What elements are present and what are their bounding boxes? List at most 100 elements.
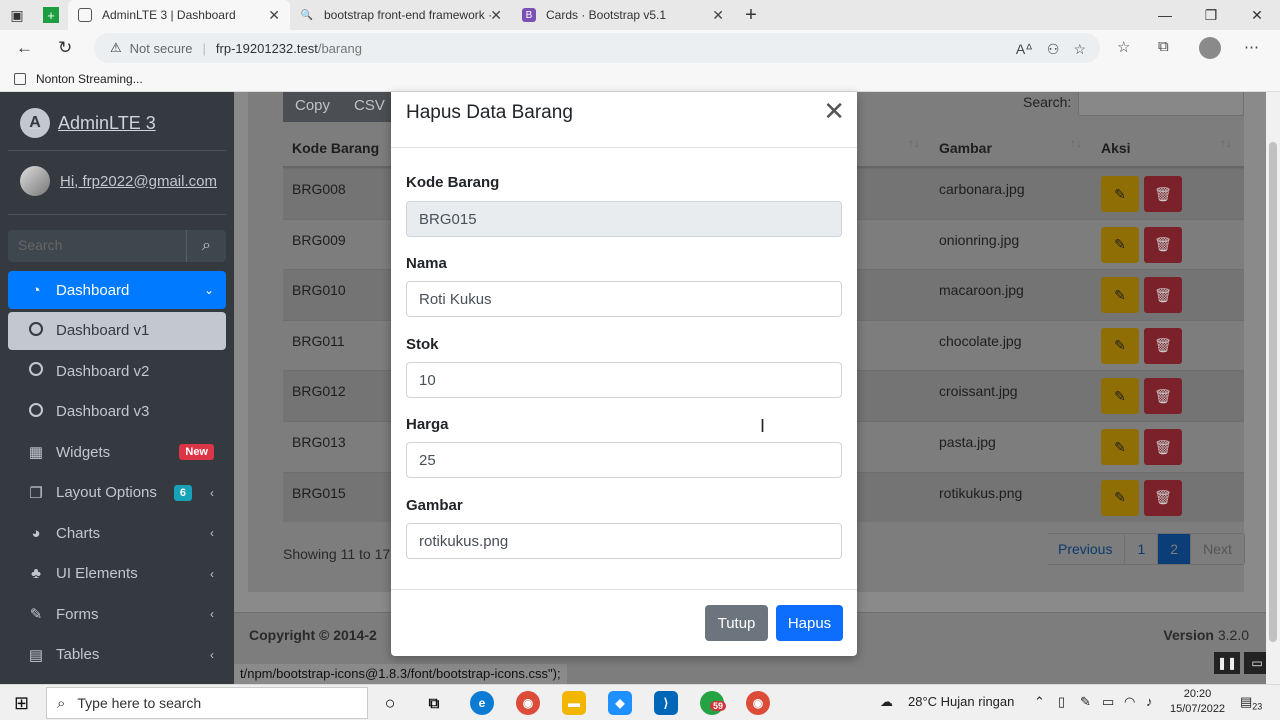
sidebar-item-dashboard-v3[interactable]: Dashboard v3 <box>8 393 226 431</box>
edit-button[interactable]: ✎ <box>1101 479 1139 516</box>
csv-button[interactable]: CSV <box>342 92 397 122</box>
system-clock[interactable]: 20:20 15/07/2022 <box>1170 687 1225 717</box>
table-search-label: Search: <box>1023 94 1072 110</box>
wifi-icon[interactable]: ◠ <box>1124 694 1135 710</box>
edit-button[interactable]: ✎ <box>1101 429 1139 465</box>
delete-button[interactable]: 🗑 <box>1144 479 1182 516</box>
close-icon[interactable]: ✕ <box>823 98 845 124</box>
user-avatar <box>20 166 50 196</box>
sidebar-item-dashboard-v1[interactable]: Dashboard v1 <box>8 311 226 350</box>
close-tab-icon[interactable]: ✕ <box>712 7 724 24</box>
tab-bootstrap-cards[interactable]: B Cards · Bootstrap v5.1 ✕ <box>512 0 734 30</box>
chrome-profile-icon[interactable]: ◉ <box>746 691 770 715</box>
copy-button[interactable]: Copy <box>283 92 343 122</box>
sidebar-item-ui-elements[interactable]: ♣ UI Elements ‹ <box>8 555 226 593</box>
bookmark-item[interactable]: Nonton Streaming... <box>36 72 143 86</box>
delete-button[interactable]: 🗑 <box>1144 378 1182 415</box>
delete-button[interactable]: 🗑 <box>1144 226 1182 263</box>
delete-button[interactable]: 🗑 <box>1144 176 1182 212</box>
page-1-button[interactable]: 1 <box>1124 533 1159 565</box>
close-window-icon[interactable]: ✕ <box>1234 0 1280 30</box>
header-aksi[interactable]: Aksi <box>1101 140 1131 156</box>
sidebar: A AdminLTE 3 Hi, frp2022@gmail.com Searc… <box>0 92 234 684</box>
profile-avatar[interactable] <box>1199 37 1221 59</box>
notification-icon[interactable]: ▤23 <box>1240 694 1262 712</box>
whatsapp-icon[interactable]: 59 <box>700 691 727 715</box>
favorite-add-icon[interactable]: ☆ <box>1073 41 1086 58</box>
close-button[interactable]: Tutup <box>705 605 768 641</box>
stok-field[interactable] <box>406 362 842 398</box>
header-gambar[interactable]: Gambar <box>939 140 992 156</box>
vscode-icon[interactable]: ⟩ <box>654 691 678 715</box>
table-search-input[interactable] <box>1078 92 1244 116</box>
back-icon[interactable]: ← <box>16 38 33 58</box>
weather-text[interactable]: 28°C Hujan ringan <box>908 694 1014 709</box>
user-panel[interactable]: Hi, frp2022@gmail.com <box>20 166 217 196</box>
store-icon[interactable]: ◆ <box>608 691 632 715</box>
brand-link[interactable]: A AdminLTE 3 <box>20 108 156 138</box>
edit-button[interactable]: ✎ <box>1101 176 1139 212</box>
url-path: /barang <box>317 40 362 56</box>
sidebar-item-charts[interactable]: ◕ Charts ‹ <box>8 514 226 552</box>
browser-tab-bar: ▣ + AdminLTE 3 | Dashboard ✕ 🔍 bootstrap… <box>0 0 1280 30</box>
sidebar-item-dashboard-v2[interactable]: Dashboard v2 <box>8 352 226 390</box>
tab-bootstrap-search[interactable]: 🔍 bootstrap front-end framework · ✕ <box>290 0 512 30</box>
tab-actions-icon[interactable]: ▣ <box>0 0 34 30</box>
sidebar-search-input[interactable]: Search <box>8 230 186 262</box>
minimize-icon[interactable]: — <box>1142 0 1188 30</box>
meet-icon[interactable]: ▯ <box>1058 694 1065 710</box>
collections-icon[interactable]: ⧉ <box>1158 38 1169 55</box>
chrome-icon[interactable]: ◉ <box>516 691 540 715</box>
sidebar-item-dashboard[interactable]: ◔ Dashboard ⌄ <box>8 271 226 309</box>
tray-chevron-icon[interactable]: ⌃ <box>1034 694 1045 710</box>
sidebar-item-widgets[interactable]: ▦ Widgets New <box>8 433 226 471</box>
new-workspace-icon[interactable]: + <box>34 0 68 30</box>
sidebar-item-tables[interactable]: ▤ Tables ‹ <box>8 636 226 674</box>
pen-icon[interactable]: ✎ <box>1080 694 1091 710</box>
previous-page-button[interactable]: Previous <box>1046 533 1126 565</box>
edit-button[interactable]: ✎ <box>1101 226 1139 263</box>
edit-button[interactable]: ✎ <box>1101 378 1139 415</box>
delete-confirm-button[interactable]: Hapus <box>776 605 843 641</box>
edit-button[interactable]: ✎ <box>1101 327 1139 364</box>
close-tab-icon[interactable]: ✕ <box>490 7 502 24</box>
extension-icon[interactable]: ⚇ <box>1047 41 1060 58</box>
windows-start-icon[interactable]: ⊞ <box>14 693 29 714</box>
page-2-button[interactable]: 2 <box>1157 533 1192 565</box>
maximize-icon[interactable]: ❐ <box>1188 0 1234 30</box>
delete-button[interactable]: 🗑 <box>1144 327 1182 364</box>
file-explorer-icon[interactable]: ▬ <box>562 691 586 715</box>
pause-icon[interactable]: ❚❚ <box>1214 652 1240 674</box>
kode-barang-field[interactable] <box>406 201 842 237</box>
page-scrollbar[interactable] <box>1266 92 1280 684</box>
next-page-button[interactable]: Next <box>1190 533 1245 565</box>
close-tab-icon[interactable]: ✕ <box>268 7 280 24</box>
volume-icon[interactable]: ♪ <box>1146 694 1153 709</box>
new-tab-icon[interactable]: + <box>734 0 768 30</box>
battery-icon[interactable]: ▭ <box>1102 694 1114 710</box>
cortana-icon[interactable]: ○ <box>378 691 402 715</box>
edge-icon[interactable]: e <box>470 691 494 715</box>
gambar-field[interactable] <box>406 523 842 559</box>
read-aloud-icon[interactable]: A͏ᐞ <box>1016 41 1033 58</box>
nama-field[interactable] <box>406 281 842 317</box>
delete-button[interactable]: 🗑 <box>1144 429 1182 465</box>
more-icon[interactable]: ⋯ <box>1244 38 1259 56</box>
task-view-icon[interactable]: ⧉ <box>422 691 446 715</box>
edit-button[interactable]: ✎ <box>1101 277 1139 314</box>
url-field[interactable]: ⚠ Not secure | frp-19201232.test/barang … <box>94 33 1100 63</box>
search-icon[interactable]: ⌕ <box>186 230 226 262</box>
sidebar-item-forms[interactable]: ✎ Forms ‹ <box>8 595 226 633</box>
delete-button[interactable]: 🗑 <box>1144 277 1182 314</box>
header-kode-barang[interactable]: Kode Barang <box>292 140 379 156</box>
refresh-icon[interactable]: ↻ <box>58 38 72 58</box>
harga-field[interactable] <box>406 442 842 478</box>
address-bar-row: ← ↻ ⚠ Not secure | frp-19201232.test/bar… <box>0 30 1280 66</box>
tab-adminlte[interactable]: AdminLTE 3 | Dashboard ✕ <box>68 0 290 30</box>
favorites-icon[interactable]: ☆ <box>1117 38 1130 56</box>
taskbar-search[interactable]: ⌕ Type here to search <box>46 687 368 719</box>
modal-header: Hapus Data Barang ✕ <box>391 92 857 148</box>
version-text: Version 3.2.0 <box>1163 627 1249 643</box>
sidebar-item-layout-options[interactable]: ❐ Layout Options 6 ‹ <box>8 474 226 512</box>
sort-icon: ↑↓ <box>908 136 920 150</box>
